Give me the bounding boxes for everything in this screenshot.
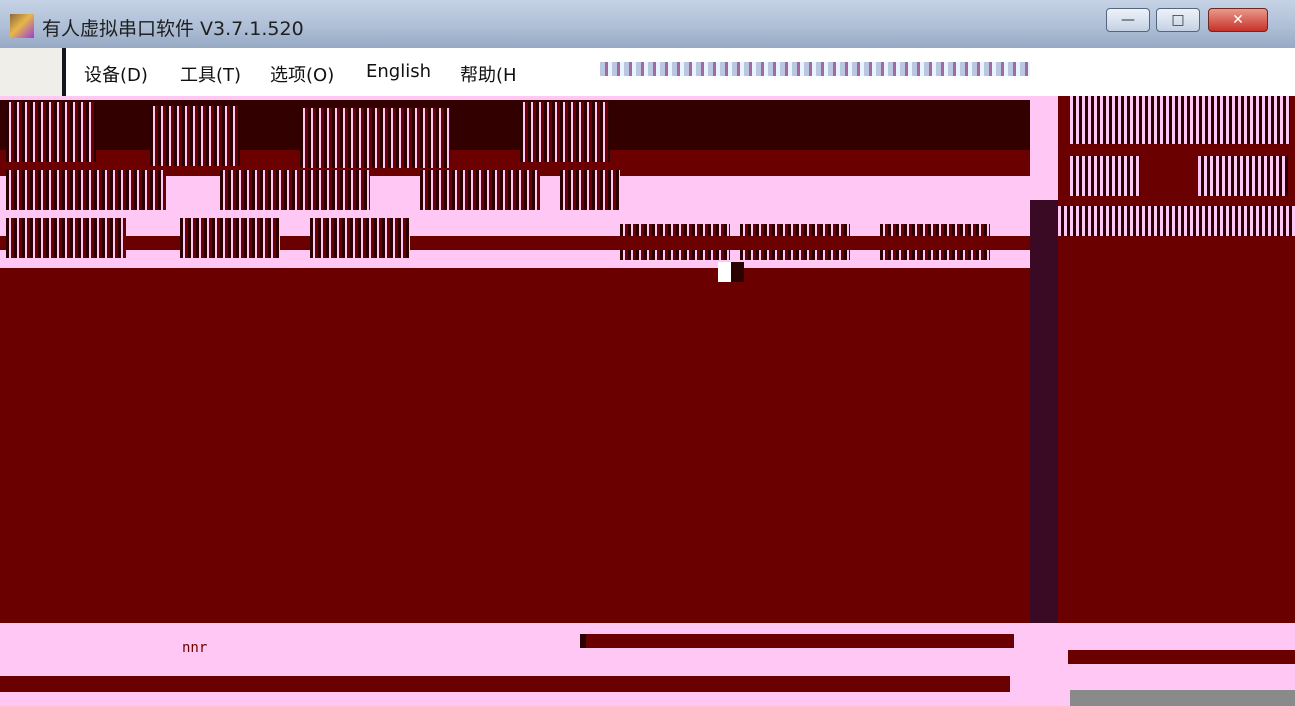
send-input[interactable]: [580, 634, 1014, 648]
receive-area[interactable]: [0, 268, 1030, 623]
right-bottom-bar: [1068, 650, 1295, 664]
menu-options[interactable]: 选项(O): [270, 61, 334, 87]
toolbar-button[interactable]: [6, 170, 166, 210]
cursor-artifact: [718, 262, 744, 282]
maximize-button[interactable]: □: [1156, 8, 1200, 32]
menu-bar: 设备(D) 工具(T) 选项(O) English 帮助(H: [0, 48, 1295, 96]
toolbar-button[interactable]: [560, 170, 620, 210]
status-text: nnr: [182, 640, 208, 656]
window-title: 有人虚拟串口软件 V3.7.1.520: [42, 18, 304, 40]
toolbar-divider: [620, 236, 1030, 250]
title-bar: 有人虚拟串口软件 V3.7.1.520 — □ ✕: [0, 0, 1295, 48]
toolbar-button[interactable]: [150, 106, 240, 166]
menu-bar-artifact: [600, 62, 1030, 76]
toolbar-button[interactable]: [300, 108, 450, 168]
left-pane-frame: [0, 48, 66, 96]
toolbar-button[interactable]: [420, 170, 540, 210]
toolbar-button[interactable]: [520, 102, 610, 162]
right-pane: [1058, 96, 1295, 623]
right-pane-header: [1070, 96, 1290, 144]
toolbar-label: [6, 218, 126, 258]
app-window: 有人虚拟串口软件 V3.7.1.520 — □ ✕ 设备(D) 工具(T) 选项…: [0, 0, 1295, 706]
toolbar-button[interactable]: [6, 102, 96, 162]
pane-splitter[interactable]: [1030, 200, 1058, 690]
toolbar-button[interactable]: [220, 170, 370, 210]
menu-tools[interactable]: 工具(T): [180, 61, 241, 87]
status-strip: [0, 676, 1010, 692]
menu-device[interactable]: 设备(D): [84, 61, 148, 87]
menu-english[interactable]: English: [366, 61, 431, 82]
toolbar-label: [310, 218, 410, 258]
right-pane-row: [1058, 206, 1295, 236]
close-button[interactable]: ✕: [1208, 8, 1268, 32]
toolbar-label: [180, 218, 280, 258]
horizontal-scrollbar[interactable]: [1070, 690, 1295, 706]
menu-help[interactable]: 帮助(H: [460, 61, 517, 87]
right-pane-item[interactable]: [1070, 156, 1140, 196]
minimize-button[interactable]: —: [1106, 8, 1150, 32]
app-icon: [10, 14, 34, 38]
right-pane-item[interactable]: [1198, 156, 1288, 196]
